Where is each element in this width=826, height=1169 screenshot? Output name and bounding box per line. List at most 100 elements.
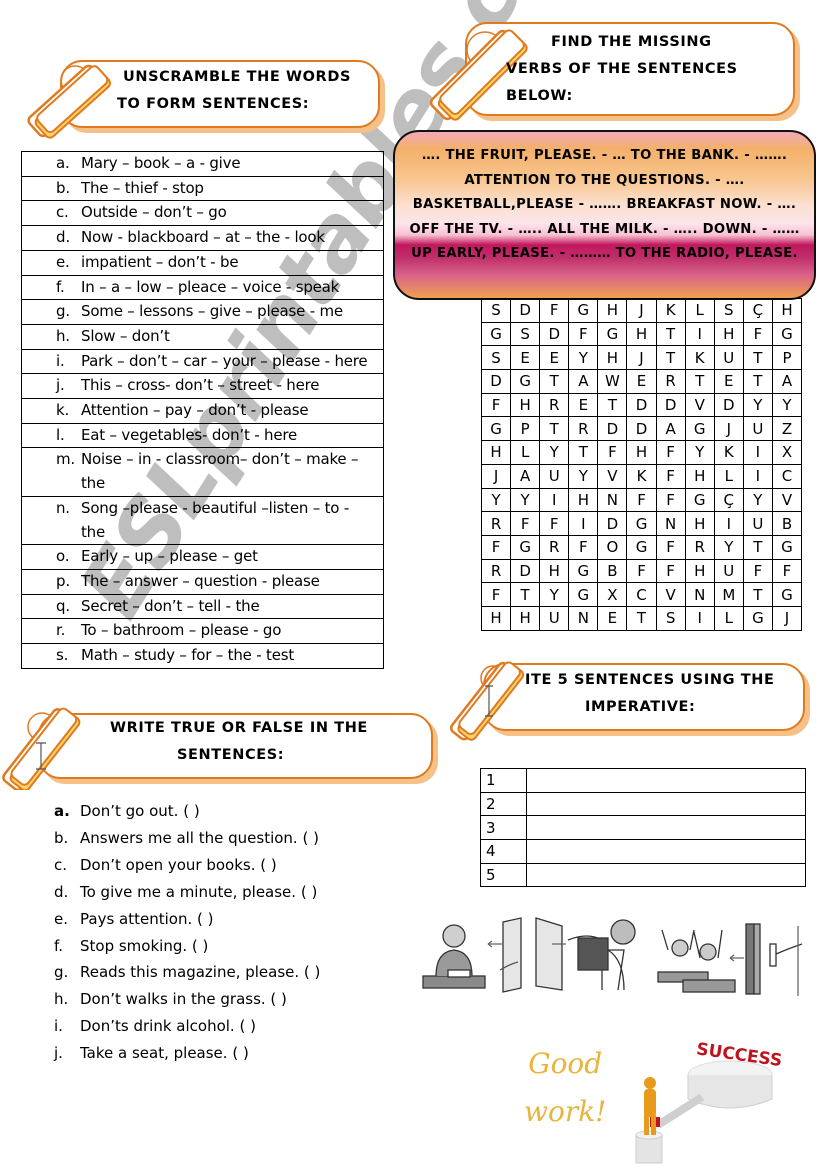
word-search-cell[interactable]: J bbox=[713, 416, 744, 442]
word-search-cell[interactable]: S bbox=[655, 605, 686, 631]
answer-field[interactable] bbox=[526, 862, 806, 888]
answer-field[interactable] bbox=[526, 768, 806, 793]
word-search-cell[interactable]: R bbox=[655, 369, 686, 394]
word-search-cell[interactable]: Y bbox=[568, 345, 599, 371]
word-search-cell[interactable]: T bbox=[742, 369, 773, 394]
word-search-cell[interactable]: F bbox=[480, 392, 512, 418]
word-search-cell[interactable]: G bbox=[568, 298, 599, 323]
word-search-cell[interactable]: I bbox=[684, 605, 715, 631]
word-search-cell[interactable]: T bbox=[742, 582, 773, 607]
word-search-cell[interactable]: D bbox=[510, 558, 541, 584]
word-search-cell[interactable]: D bbox=[597, 511, 628, 536]
word-search-cell[interactable]: H bbox=[510, 605, 541, 631]
word-search-cell[interactable]: F bbox=[655, 558, 686, 584]
word-search-cell[interactable]: E bbox=[626, 369, 657, 394]
word-search-cell[interactable]: P bbox=[510, 416, 541, 442]
word-search-cell[interactable]: I bbox=[742, 440, 773, 465]
word-search-cell[interactable]: U bbox=[713, 345, 744, 371]
item-text[interactable]: Don’t open your books. ( ) bbox=[80, 852, 277, 879]
word-search-cell[interactable]: F bbox=[655, 487, 686, 513]
item-text[interactable]: Reads this magazine, please. ( ) bbox=[80, 959, 320, 986]
word-search-cell[interactable]: F bbox=[655, 463, 686, 489]
word-search-cell[interactable]: U bbox=[539, 463, 570, 489]
answer-field[interactable] bbox=[526, 791, 806, 817]
word-search-cell[interactable]: D bbox=[539, 321, 570, 347]
word-search-cell[interactable]: R bbox=[480, 558, 512, 584]
word-search-cell[interactable]: G bbox=[684, 487, 715, 513]
word-search-cell[interactable]: K bbox=[684, 345, 715, 371]
word-search-cell[interactable]: G bbox=[771, 582, 803, 607]
word-search-cell[interactable]: K bbox=[655, 298, 686, 323]
word-search-cell[interactable]: H bbox=[684, 463, 715, 489]
item-text[interactable]: Don’t walks in the grass. ( ) bbox=[80, 986, 287, 1013]
word-search-cell[interactable]: H bbox=[713, 321, 744, 347]
word-search-cell[interactable]: R bbox=[684, 534, 715, 560]
word-search-cell[interactable]: J bbox=[626, 298, 657, 323]
word-search-cell[interactable]: G bbox=[771, 534, 803, 560]
word-search-cell[interactable]: O bbox=[597, 534, 628, 560]
word-search-cell[interactable]: U bbox=[742, 511, 773, 536]
word-search-cell[interactable]: D bbox=[713, 392, 744, 418]
word-search-cell[interactable]: I bbox=[684, 321, 715, 347]
answer-field[interactable] bbox=[526, 815, 806, 841]
word-search-cell[interactable]: N bbox=[597, 487, 628, 513]
word-search-cell[interactable]: G bbox=[771, 321, 803, 347]
word-search-cell[interactable]: G bbox=[597, 321, 628, 347]
word-search-cell[interactable]: J bbox=[626, 345, 657, 371]
word-search-cell[interactable]: G bbox=[742, 605, 773, 631]
word-search-cell[interactable]: Z bbox=[771, 416, 803, 442]
word-search-cell[interactable]: F bbox=[597, 440, 628, 465]
word-search-cell[interactable]: D bbox=[626, 416, 657, 442]
word-search-cell[interactable]: G bbox=[626, 511, 657, 536]
word-search-cell[interactable]: Ç bbox=[742, 298, 773, 323]
word-search-cell[interactable]: D bbox=[510, 298, 541, 323]
word-search-cell[interactable]: J bbox=[480, 463, 512, 489]
word-search-cell[interactable]: I bbox=[713, 511, 744, 536]
word-search-cell[interactable]: T bbox=[742, 345, 773, 371]
word-search-cell[interactable]: T bbox=[742, 534, 773, 560]
answer-field[interactable] bbox=[526, 839, 806, 864]
word-search-cell[interactable]: X bbox=[597, 582, 628, 607]
word-search-cell[interactable]: I bbox=[568, 511, 599, 536]
word-search-cell[interactable]: R bbox=[539, 534, 570, 560]
word-search-cell[interactable]: R bbox=[539, 392, 570, 418]
word-search-cell[interactable]: L bbox=[510, 440, 541, 465]
word-search-cell[interactable]: L bbox=[713, 605, 744, 631]
word-search-cell[interactable]: P bbox=[771, 345, 803, 371]
word-search-cell[interactable]: D bbox=[655, 392, 686, 418]
word-search-cell[interactable]: D bbox=[480, 369, 512, 394]
word-search-cell[interactable]: F bbox=[771, 558, 803, 584]
word-search-cell[interactable]: A bbox=[771, 369, 803, 394]
word-search-cell[interactable]: N bbox=[568, 605, 599, 631]
word-search-cell[interactable]: U bbox=[742, 416, 773, 442]
word-search-cell[interactable]: H bbox=[771, 298, 803, 323]
word-search-cell[interactable]: F bbox=[655, 534, 686, 560]
word-search-cell[interactable]: G bbox=[510, 369, 541, 394]
word-search-cell[interactable]: F bbox=[510, 511, 541, 536]
word-search-cell[interactable]: E bbox=[568, 392, 599, 418]
word-search-cell[interactable]: G bbox=[510, 534, 541, 560]
word-search-cell[interactable]: H bbox=[597, 345, 628, 371]
word-search-cell[interactable]: H bbox=[480, 440, 512, 465]
word-search-cell[interactable]: G bbox=[626, 534, 657, 560]
word-search-cell[interactable]: Y bbox=[684, 440, 715, 465]
item-text[interactable]: Take a seat, please. ( ) bbox=[80, 1040, 249, 1067]
word-search-cell[interactable]: G bbox=[568, 582, 599, 607]
word-search-cell[interactable]: F bbox=[655, 440, 686, 465]
word-search-cell[interactable]: D bbox=[597, 416, 628, 442]
word-search-cell[interactable]: L bbox=[713, 463, 744, 489]
word-search-cell[interactable]: S bbox=[480, 345, 512, 371]
word-search-cell[interactable]: Y bbox=[771, 392, 803, 418]
word-search-cell[interactable]: E bbox=[597, 605, 628, 631]
word-search-cell[interactable]: G bbox=[480, 416, 512, 442]
word-search-cell[interactable]: H bbox=[684, 511, 715, 536]
word-search-cell[interactable]: K bbox=[626, 463, 657, 489]
word-search-cell[interactable]: T bbox=[510, 582, 541, 607]
word-search-cell[interactable]: F bbox=[742, 558, 773, 584]
item-text[interactable]: Stop smoking. ( ) bbox=[80, 933, 208, 960]
word-search-cell[interactable]: V bbox=[655, 582, 686, 607]
word-search-cell[interactable]: S bbox=[510, 321, 541, 347]
word-search-cell[interactable]: Y bbox=[539, 582, 570, 607]
word-search-cell[interactable]: U bbox=[713, 558, 744, 584]
item-text[interactable]: Don’ts drink alcohol. ( ) bbox=[80, 1013, 256, 1040]
